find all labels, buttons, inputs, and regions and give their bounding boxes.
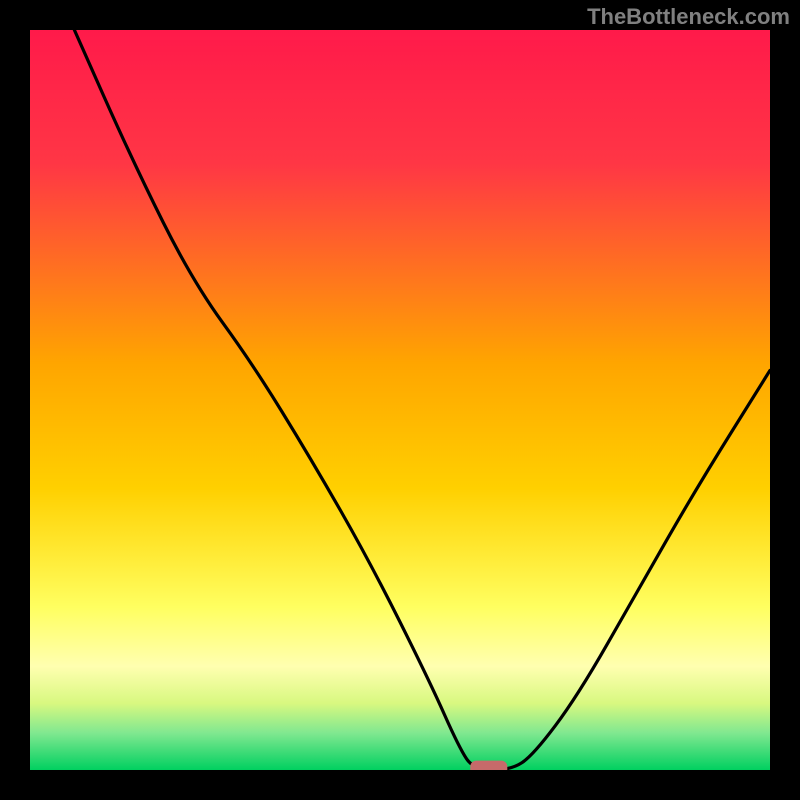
gradient-background <box>30 30 770 770</box>
optimal-marker <box>470 761 507 770</box>
watermark-text: TheBottleneck.com <box>587 4 790 30</box>
chart-frame: TheBottleneck.com <box>0 0 800 800</box>
chart-svg <box>30 30 770 770</box>
plot-area <box>30 30 770 770</box>
